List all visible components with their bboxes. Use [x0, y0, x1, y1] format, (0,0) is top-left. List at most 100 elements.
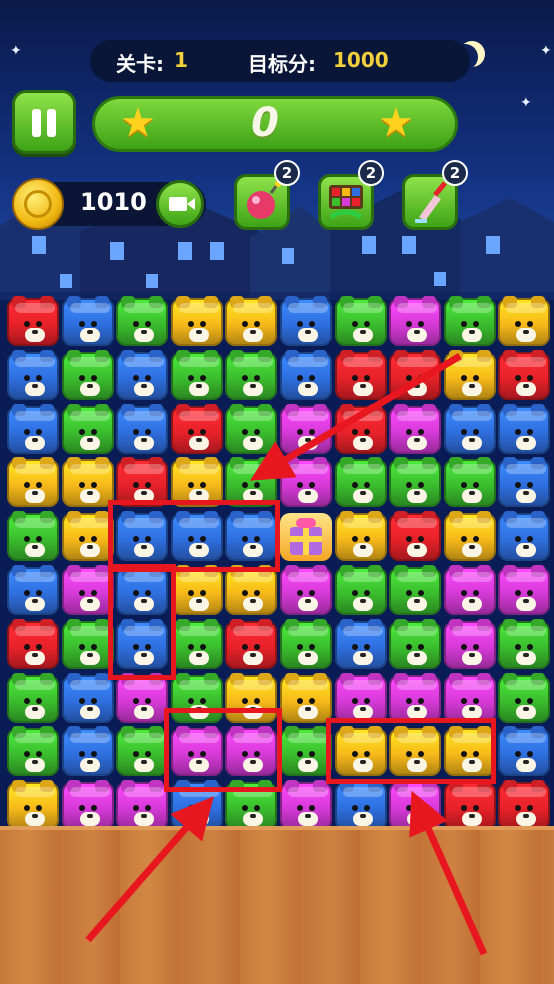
green-bear-tile[interactable] [7, 672, 59, 723]
red-bear-tile[interactable] [334, 349, 387, 400]
blue-bear-tile[interactable] [280, 296, 332, 346]
green-bear-tile[interactable] [61, 403, 114, 454]
purple-bear-tile[interactable] [280, 565, 332, 615]
green-bear-tile[interactable] [225, 349, 278, 400]
blue-bear-tile[interactable] [170, 780, 223, 831]
blue-bear-tile[interactable] [7, 349, 59, 400]
green-bear-tile[interactable] [389, 618, 442, 669]
yellow-bear-tile[interactable] [170, 565, 223, 615]
red-bear-tile[interactable] [334, 403, 387, 454]
red-bear-tile[interactable] [7, 618, 59, 669]
red-bear-tile[interactable] [7, 296, 59, 346]
green-bear-tile[interactable] [498, 672, 551, 723]
purple-bear-tile[interactable] [170, 726, 223, 777]
green-bear-tile[interactable] [116, 296, 169, 346]
blue-bear-tile[interactable] [334, 780, 387, 831]
watch-video-button[interactable] [156, 180, 204, 228]
purple-bear-tile[interactable] [225, 726, 278, 777]
purple-bear-tile[interactable] [443, 565, 496, 615]
blue-bear-tile[interactable] [116, 618, 169, 669]
purple-bear-tile[interactable] [280, 780, 332, 831]
green-bear-tile[interactable] [61, 618, 114, 669]
yellow-bear-tile[interactable] [61, 511, 114, 562]
blue-bear-tile[interactable] [443, 403, 496, 454]
blue-bear-tile[interactable] [116, 349, 169, 400]
blue-bear-tile[interactable] [61, 672, 114, 723]
purple-bear-tile[interactable] [443, 672, 496, 723]
purple-bear-tile[interactable] [389, 672, 442, 723]
green-bear-tile[interactable] [7, 726, 59, 777]
green-bear-tile[interactable] [170, 672, 223, 723]
purple-bear-tile[interactable] [280, 403, 332, 454]
red-bear-tile[interactable] [116, 457, 169, 508]
green-bear-tile[interactable] [225, 403, 278, 454]
green-bear-tile[interactable] [443, 457, 496, 508]
green-bear-tile[interactable] [225, 457, 278, 508]
red-bear-tile[interactable] [389, 349, 442, 400]
yellow-bear-tile[interactable] [225, 565, 278, 615]
yellow-bear-tile[interactable] [280, 672, 332, 723]
yellow-bear-tile[interactable] [389, 726, 442, 777]
blue-bear-tile[interactable] [498, 457, 551, 508]
blue-bear-tile[interactable] [116, 511, 169, 562]
blue-bear-tile[interactable] [498, 403, 551, 454]
blue-bear-tile[interactable] [334, 618, 387, 669]
green-bear-tile[interactable] [170, 349, 223, 400]
gift-box-icon[interactable] [280, 513, 332, 562]
green-bear-tile[interactable] [170, 618, 223, 669]
blue-bear-tile[interactable] [170, 511, 223, 562]
purple-bear-tile[interactable] [61, 780, 114, 831]
green-bear-tile[interactable] [225, 780, 278, 831]
green-bear-tile[interactable] [443, 296, 496, 346]
yellow-bear-tile[interactable] [7, 780, 59, 831]
green-bear-tile[interactable] [389, 457, 442, 508]
purple-bear-tile[interactable] [334, 672, 387, 723]
green-bear-tile[interactable] [334, 457, 387, 508]
red-bear-tile[interactable] [498, 349, 551, 400]
yellow-bear-tile[interactable] [7, 457, 59, 508]
red-bear-tile[interactable] [389, 511, 442, 562]
blue-bear-tile[interactable] [116, 565, 169, 615]
purple-bear-tile[interactable] [389, 296, 442, 346]
red-bear-tile[interactable] [498, 780, 551, 831]
red-bear-tile[interactable] [170, 403, 223, 454]
green-bear-tile[interactable] [116, 726, 169, 777]
green-bear-tile[interactable] [7, 511, 59, 562]
blue-bear-tile[interactable] [280, 349, 332, 400]
yellow-bear-tile[interactable] [443, 726, 496, 777]
yellow-bear-tile[interactable] [61, 457, 114, 508]
purple-bear-tile[interactable] [389, 403, 442, 454]
green-bear-tile[interactable] [389, 565, 442, 615]
green-bear-tile[interactable] [61, 349, 114, 400]
yellow-bear-tile[interactable] [334, 511, 387, 562]
yellow-bear-tile[interactable] [225, 296, 278, 346]
purple-bear-tile[interactable] [443, 618, 496, 669]
yellow-bear-tile[interactable] [443, 511, 496, 562]
green-bear-tile[interactable] [334, 296, 387, 346]
purple-bear-tile[interactable] [280, 457, 332, 508]
yellow-bear-tile[interactable] [170, 457, 223, 508]
yellow-bear-tile[interactable] [225, 672, 278, 723]
blue-bear-tile[interactable] [7, 403, 59, 454]
yellow-bear-tile[interactable] [443, 349, 496, 400]
yellow-bear-tile[interactable] [170, 296, 223, 346]
pause-button[interactable] [12, 90, 76, 154]
green-bear-tile[interactable] [280, 726, 332, 777]
blue-bear-tile[interactable] [498, 726, 551, 777]
blue-bear-tile[interactable] [498, 511, 551, 562]
purple-bear-tile[interactable] [389, 780, 442, 831]
green-bear-tile[interactable] [334, 565, 387, 615]
red-bear-tile[interactable] [443, 780, 496, 831]
purple-bear-tile[interactable] [116, 672, 169, 723]
blue-bear-tile[interactable] [61, 726, 114, 777]
purple-bear-tile[interactable] [61, 565, 114, 615]
green-bear-tile[interactable] [280, 618, 332, 669]
green-bear-tile[interactable] [498, 618, 551, 669]
blue-bear-tile[interactable] [7, 565, 59, 615]
purple-bear-tile[interactable] [498, 565, 551, 615]
blue-bear-tile[interactable] [225, 511, 278, 562]
blue-bear-tile[interactable] [116, 403, 169, 454]
purple-bear-tile[interactable] [116, 780, 169, 831]
yellow-bear-tile[interactable] [334, 726, 387, 777]
yellow-bear-tile[interactable] [498, 296, 551, 346]
